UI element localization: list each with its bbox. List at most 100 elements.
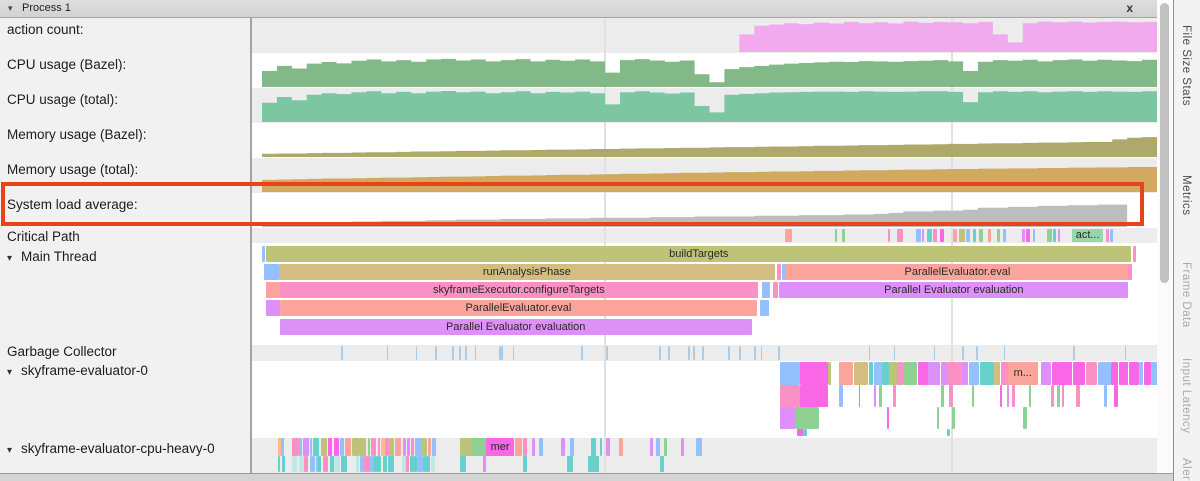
trace-slice-small[interactable] [927, 229, 932, 242]
trace-slice-small[interactable] [979, 229, 983, 242]
trace-slice-small[interactable] [761, 346, 763, 360]
trace-slice-small[interactable] [839, 385, 843, 407]
trace-slice-small[interactable] [693, 346, 695, 360]
side-tab-file-size-stats[interactable]: File Size Stats [1180, 25, 1192, 106]
trace-slice-small[interactable] [897, 362, 903, 385]
trace-slice-small[interactable] [839, 362, 853, 385]
trace-slice-small[interactable] [465, 346, 467, 360]
trace-slice-small[interactable] [949, 385, 953, 407]
trace-slice-small[interactable] [471, 438, 485, 456]
trace-slice-small[interactable] [619, 438, 623, 456]
trace-slice-small[interactable] [874, 362, 882, 385]
trace-slice-small[interactable] [928, 362, 941, 385]
counter-chart[interactable] [262, 125, 1157, 157]
trace-slice-small[interactable] [1051, 385, 1054, 407]
trace-slice-small[interactable] [969, 362, 980, 385]
trace-slice-small[interactable] [934, 346, 936, 360]
trace-slice-small[interactable] [859, 385, 861, 407]
trace-slice-small[interactable] [882, 362, 889, 385]
trace-slice-small[interactable] [1023, 407, 1026, 429]
trace-slice-small[interactable] [835, 229, 838, 242]
trace-slice-small[interactable] [406, 456, 408, 472]
timeline-canvas[interactable]: act...buildTargetsrunAnalysisPhaseParall… [252, 18, 1157, 473]
trace-slice-small[interactable] [959, 229, 964, 242]
trace-slice-small[interactable] [539, 438, 543, 456]
trace-slice-small[interactable] [803, 429, 807, 436]
trace-slice-small[interactable] [452, 346, 454, 360]
trace-slice-small[interactable] [854, 362, 868, 385]
trace-slice-small[interactable] [352, 438, 359, 456]
trace-slice-small[interactable] [364, 456, 370, 472]
trace-slice[interactable]: ParallelEvaluator.eval [280, 300, 757, 316]
trace-slice-small[interactable] [588, 456, 600, 472]
trace-slice-small[interactable] [341, 346, 343, 360]
trace-slice-small[interactable] [1086, 362, 1098, 385]
trace-slice-small[interactable] [941, 362, 947, 385]
trace-slice-small[interactable] [334, 438, 339, 456]
trace-slice-small[interactable] [1041, 362, 1052, 385]
trace-slice-small[interactable] [431, 456, 435, 472]
trace-slice-small[interactable] [388, 456, 394, 472]
trace-slice-small[interactable] [962, 346, 964, 360]
trace-slice-small[interactable] [1052, 362, 1058, 385]
trace-slice-small[interactable] [800, 385, 828, 407]
trace-slice-small[interactable] [728, 346, 730, 360]
trace-slice-small[interactable] [483, 456, 486, 472]
trace-slice-small[interactable] [407, 438, 410, 456]
trace-slice-small[interactable] [304, 456, 308, 472]
trace-slice-small[interactable] [532, 438, 535, 456]
trace-slice-small[interactable] [828, 362, 832, 385]
trace-slice-small[interactable] [903, 362, 917, 385]
trace-slice-small[interactable] [952, 407, 954, 429]
trace-slice-small[interactable] [947, 429, 951, 436]
trace-slice-small[interactable] [780, 385, 800, 407]
trace-slice-small[interactable] [1133, 246, 1136, 262]
trace-slice-small[interactable] [515, 438, 522, 456]
trace-slice-small[interactable] [581, 346, 583, 360]
trace-slice-small[interactable] [762, 282, 770, 298]
trace-slice-small[interactable] [1033, 229, 1035, 242]
process-header[interactable]: ▾ Process 1 x [0, 0, 1157, 18]
trace-slice-small[interactable] [1098, 362, 1111, 385]
trace-slice-small[interactable] [345, 438, 352, 456]
counter-chart[interactable] [262, 195, 1157, 227]
trace-slice-small[interactable] [570, 438, 574, 456]
trace-slice-small[interactable] [1058, 362, 1072, 385]
trace-slice-small[interactable] [947, 362, 962, 385]
trace-slice[interactable]: buildTargets [266, 246, 1131, 262]
trace-slice-small[interactable] [513, 346, 515, 360]
trace-slice-small[interactable] [427, 456, 430, 472]
trace-slice-small[interactable] [328, 438, 332, 456]
trace-slice-small[interactable] [591, 438, 595, 456]
trace-slice-small[interactable] [395, 438, 402, 456]
trace-slice-small[interactable] [1026, 229, 1030, 242]
trace-slice-small[interactable] [411, 438, 413, 456]
trace-slice-small[interactable] [918, 362, 928, 385]
trace-slice-small[interactable] [561, 438, 565, 456]
trace-slice-small[interactable] [1104, 385, 1106, 407]
trace-slice-small[interactable] [381, 438, 384, 456]
trace-slice-small[interactable] [278, 456, 280, 472]
trace-slice-small[interactable] [739, 346, 741, 360]
trace-slice-small[interactable] [660, 456, 664, 472]
horizontal-scrollbar[interactable] [0, 473, 1173, 481]
trace-slice-small[interactable] [321, 438, 327, 456]
side-tab-metrics[interactable]: Metrics [1180, 175, 1192, 216]
trace-slice-small[interactable] [415, 438, 421, 456]
trace-slice-small[interactable] [795, 407, 818, 429]
trace-slice[interactable]: m... [1008, 362, 1038, 385]
trace-slice-small[interactable] [1129, 362, 1138, 385]
trace-slice-small[interactable] [417, 456, 423, 472]
trace-slice-small[interactable] [600, 438, 602, 456]
trace-slice-small[interactable] [303, 438, 309, 456]
vertical-scrollbar-thumb[interactable] [1160, 3, 1169, 283]
trace-slice-small[interactable] [664, 438, 668, 456]
trace-slice-small[interactable] [1029, 385, 1031, 407]
trace-slice-small[interactable] [922, 229, 925, 242]
trace-slice-small[interactable] [668, 346, 670, 360]
trace-slice-small[interactable] [1128, 264, 1132, 280]
side-tab-input-latency[interactable]: Input Latency [1180, 358, 1192, 434]
trace-slice-small[interactable] [432, 438, 436, 456]
trace-slice-small[interactable] [894, 346, 896, 360]
trace-slice-small[interactable] [1111, 362, 1118, 385]
